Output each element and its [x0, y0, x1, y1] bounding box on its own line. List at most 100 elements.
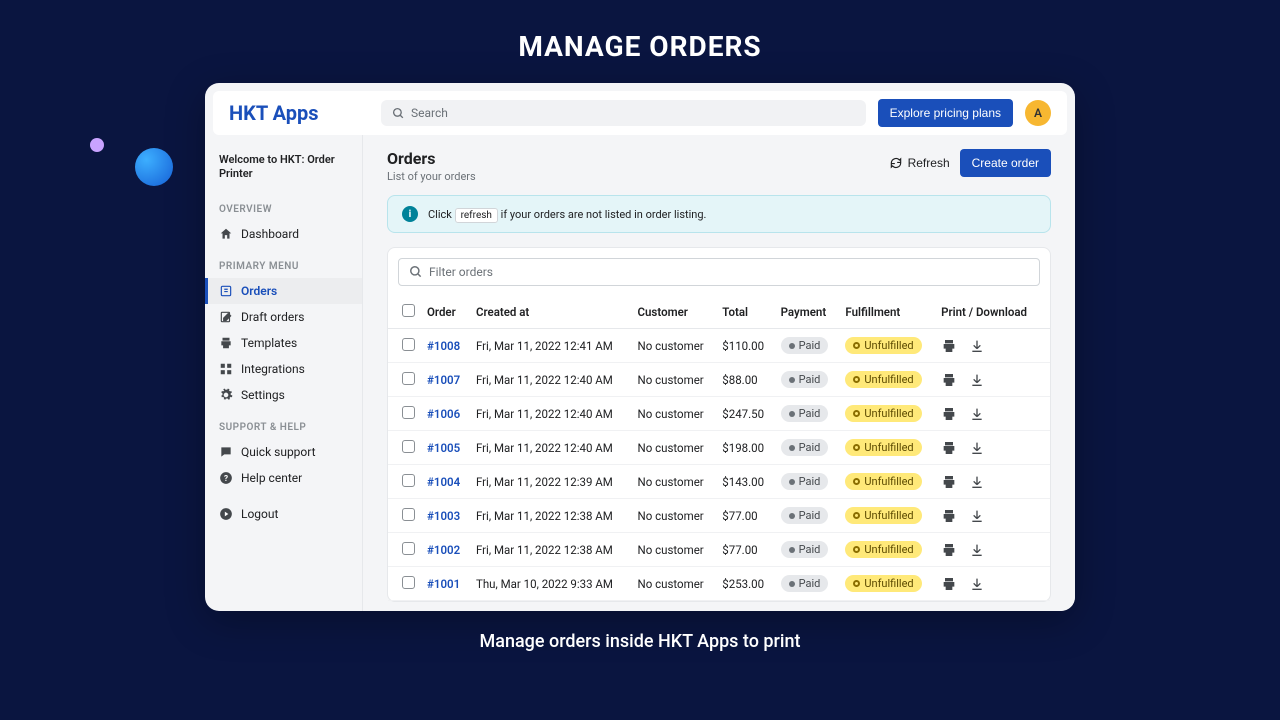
download-icon[interactable]: [969, 576, 985, 592]
explore-pricing-button[interactable]: Explore pricing plans: [878, 99, 1013, 127]
table-row[interactable]: #1002Fri, Mar 11, 2022 12:38 AMNo custom…: [388, 533, 1050, 567]
table-row[interactable]: #1001Thu, Mar 10, 2022 9:33 AMNo custome…: [388, 567, 1050, 601]
fulfillment-badge: Unfulfilled: [845, 541, 921, 558]
user-avatar[interactable]: A: [1025, 100, 1051, 126]
cell-created: Fri, Mar 11, 2022 12:38 AM: [470, 533, 632, 567]
table-row[interactable]: #1003Fri, Mar 11, 2022 12:38 AMNo custom…: [388, 499, 1050, 533]
cell-customer: No customer: [632, 431, 717, 465]
row-checkbox[interactable]: [402, 338, 415, 351]
download-icon[interactable]: [969, 508, 985, 524]
order-link[interactable]: #1001: [427, 577, 460, 591]
order-link[interactable]: #1006: [427, 407, 460, 421]
section-support-label: SUPPORT & HELP: [205, 408, 362, 439]
banner-code: refresh: [455, 208, 498, 223]
sidebar-item-integrations[interactable]: Integrations: [205, 356, 362, 382]
cell-total: $110.00: [716, 329, 774, 363]
table-row[interactable]: #1008Fri, Mar 11, 2022 12:41 AMNo custom…: [388, 329, 1050, 363]
sidebar-item-logout[interactable]: Logout: [205, 501, 362, 527]
cell-created: Fri, Mar 11, 2022 12:39 AM: [470, 465, 632, 499]
row-checkbox[interactable]: [402, 440, 415, 453]
svg-text:?: ?: [224, 473, 228, 483]
hero-title: MANAGE ORDERS: [0, 0, 1280, 83]
orders-card: Filter orders Order Created at Customer …: [387, 247, 1051, 602]
cell-total: $77.00: [716, 533, 774, 567]
col-payment: Payment: [775, 296, 840, 329]
fulfillment-badge: Unfulfilled: [845, 405, 921, 422]
order-link[interactable]: #1007: [427, 373, 460, 387]
print-icon[interactable]: [941, 474, 957, 490]
print-icon[interactable]: [941, 372, 957, 388]
col-total: Total: [716, 296, 774, 329]
sidebar-item-draft-orders[interactable]: Draft orders: [205, 304, 362, 330]
sidebar-item-settings[interactable]: Settings: [205, 382, 362, 408]
payment-badge: Paid: [781, 405, 829, 422]
download-icon[interactable]: [969, 440, 985, 456]
refresh-button[interactable]: Refresh: [889, 156, 950, 170]
page-title: Orders: [387, 149, 476, 168]
help-icon: ?: [219, 471, 233, 485]
section-overview-label: OVERVIEW: [205, 190, 362, 221]
order-link[interactable]: #1008: [427, 339, 460, 353]
row-checkbox[interactable]: [402, 576, 415, 589]
fulfillment-badge: Unfulfilled: [845, 507, 921, 524]
sidebar-item-help-center[interactable]: ? Help center: [205, 465, 362, 491]
order-link[interactable]: #1002: [427, 543, 460, 557]
cell-customer: No customer: [632, 499, 717, 533]
print-icon[interactable]: [941, 508, 957, 524]
page-subtitle: List of your orders: [387, 170, 476, 183]
print-icon[interactable]: [941, 542, 957, 558]
cell-total: $88.00: [716, 363, 774, 397]
order-link[interactable]: #1003: [427, 509, 460, 523]
cell-total: $77.00: [716, 499, 774, 533]
row-checkbox[interactable]: [402, 406, 415, 419]
home-icon: [219, 227, 233, 241]
payment-badge: Paid: [781, 371, 829, 388]
cell-total: $253.00: [716, 567, 774, 601]
cell-customer: No customer: [632, 329, 717, 363]
download-icon[interactable]: [969, 338, 985, 354]
create-order-button[interactable]: Create order: [960, 149, 1051, 177]
order-link[interactable]: #1004: [427, 475, 460, 489]
filter-input[interactable]: Filter orders: [398, 258, 1040, 286]
col-print: Print / Download: [935, 296, 1050, 329]
download-icon[interactable]: [969, 474, 985, 490]
sidebar-item-dashboard[interactable]: Dashboard: [205, 221, 362, 247]
cell-customer: No customer: [632, 363, 717, 397]
search-icon: [409, 265, 423, 279]
sidebar-item-quick-support[interactable]: Quick support: [205, 439, 362, 465]
sidebar: Welcome to HKT: Order Printer OVERVIEW D…: [205, 135, 363, 611]
order-link[interactable]: #1005: [427, 441, 460, 455]
brand-logo[interactable]: HKT Apps: [229, 101, 369, 125]
row-checkbox[interactable]: [402, 372, 415, 385]
table-row[interactable]: #1006Fri, Mar 11, 2022 12:40 AMNo custom…: [388, 397, 1050, 431]
payment-badge: Paid: [781, 473, 829, 490]
row-checkbox[interactable]: [402, 542, 415, 555]
table-row[interactable]: #1004Fri, Mar 11, 2022 12:39 AMNo custom…: [388, 465, 1050, 499]
row-checkbox[interactable]: [402, 508, 415, 521]
table-row[interactable]: #1007Fri, Mar 11, 2022 12:40 AMNo custom…: [388, 363, 1050, 397]
table-row[interactable]: #1005Fri, Mar 11, 2022 12:40 AMNo custom…: [388, 431, 1050, 465]
info-banner: i Click refresh if your orders are not l…: [387, 195, 1051, 233]
print-icon[interactable]: [941, 440, 957, 456]
select-all-checkbox[interactable]: [402, 304, 415, 317]
search-icon: [391, 106, 405, 120]
download-icon[interactable]: [969, 406, 985, 422]
orders-table: Order Created at Customer Total Payment …: [388, 296, 1050, 601]
global-search[interactable]: Search: [381, 100, 866, 126]
print-icon[interactable]: [941, 406, 957, 422]
payment-badge: Paid: [781, 337, 829, 354]
main-content: Orders List of your orders Refresh Creat…: [363, 135, 1075, 611]
print-icon[interactable]: [941, 338, 957, 354]
payment-badge: Paid: [781, 541, 829, 558]
download-icon[interactable]: [969, 372, 985, 388]
cell-customer: No customer: [632, 567, 717, 601]
logout-icon: [219, 507, 233, 521]
download-icon[interactable]: [969, 542, 985, 558]
sidebar-item-templates[interactable]: Templates: [205, 330, 362, 356]
topbar: HKT Apps Search Explore pricing plans A: [213, 91, 1067, 135]
orders-icon: [219, 284, 233, 298]
print-icon[interactable]: [941, 576, 957, 592]
row-checkbox[interactable]: [402, 474, 415, 487]
sidebar-item-orders[interactable]: Orders: [205, 278, 362, 304]
payment-badge: Paid: [781, 575, 829, 592]
